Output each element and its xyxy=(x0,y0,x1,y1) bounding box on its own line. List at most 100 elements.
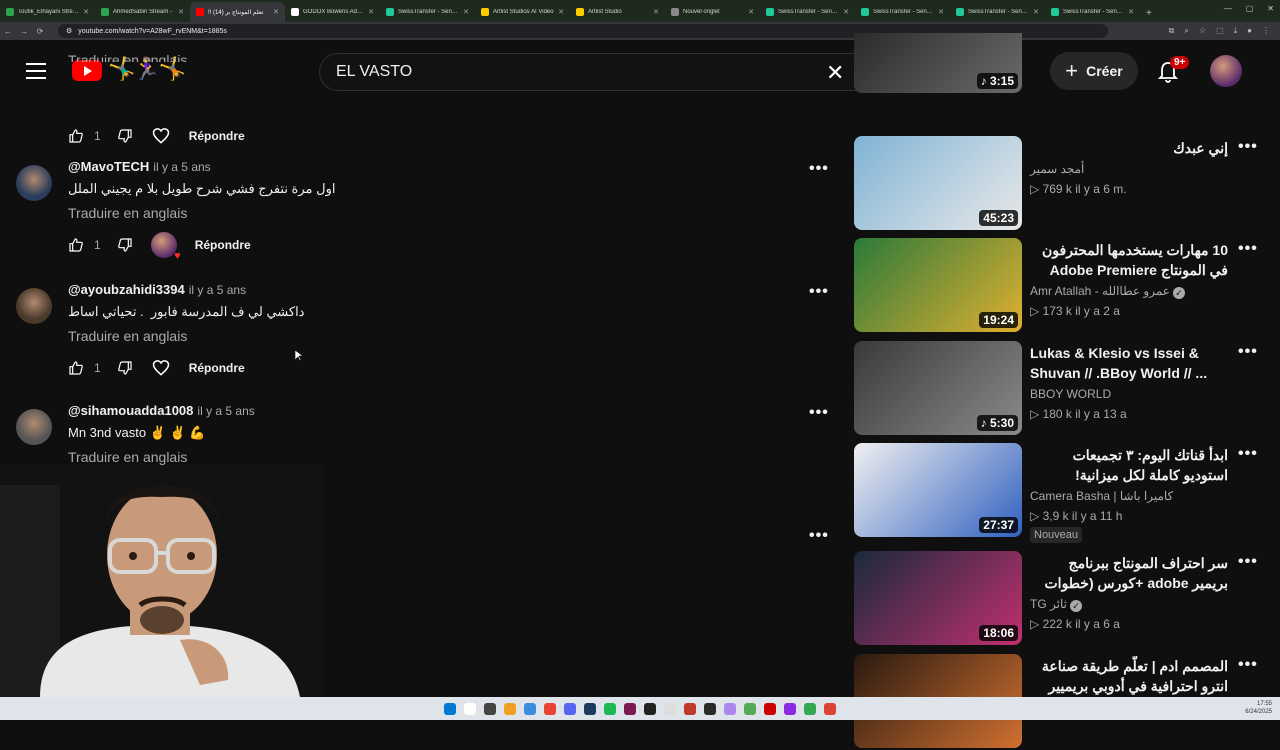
video-more-options-icon[interactable]: ••• xyxy=(1238,656,1258,674)
channel-name[interactable]: Camera Basha | كاميرا باشا xyxy=(1030,489,1173,503)
browser-tab[interactable]: Artlist Studios AI Video ✕ xyxy=(475,2,570,22)
browser-tab[interactable]: AhmedSabiri Stream - ✕ xyxy=(95,2,190,22)
video-thumbnail[interactable]: ♪ 3:15 xyxy=(854,33,1022,93)
translate-link[interactable]: Traduire en anglais xyxy=(68,328,187,344)
clear-search-icon[interactable]: ✕ xyxy=(826,60,844,86)
video-title[interactable]: المصمم ادم | تعلَّم طريقة صناعة انترو اح… xyxy=(1030,656,1228,696)
channel-name[interactable]: Amr Atallah - عمرو عطاالله xyxy=(1030,284,1170,298)
translate-link[interactable]: Traduire en anglais xyxy=(68,205,187,221)
search-input[interactable]: EL VASTO xyxy=(319,53,865,91)
dislike-icon[interactable] xyxy=(117,360,133,376)
taskbar-app-icon[interactable] xyxy=(704,702,716,715)
video-thumbnail[interactable]: 27:37 xyxy=(854,443,1022,537)
browser-tab[interactable]: GODOX Bowens Adapt ✕ xyxy=(285,2,380,22)
reply-button[interactable]: Répondre xyxy=(189,129,245,143)
related-video[interactable]: ♪ 5:30 Lukas & Klesio vs Issei & Shuvan /… xyxy=(854,341,1264,437)
comment-author[interactable]: @MavoTECH il y a 5 ans xyxy=(68,159,211,174)
like-icon[interactable] xyxy=(68,237,84,253)
browser-tab[interactable]: Nouvel onglet ✕ xyxy=(665,2,760,22)
reply-button[interactable]: Répondre xyxy=(195,238,251,252)
taskbar-app-icon[interactable] xyxy=(684,702,696,715)
related-video[interactable]: 18:06 سر احتراف المونتاج ببرنامج بريمير a… xyxy=(854,551,1264,647)
related-video[interactable]: 45:23 إني عبدك أمجد سمير ▷ 769 k il y a 6 m… xyxy=(854,136,1264,232)
video-title[interactable]: إني عبدك xyxy=(1030,138,1228,158)
like-icon[interactable] xyxy=(68,360,84,376)
taskbar-app-icon[interactable] xyxy=(584,702,596,715)
taskbar-app-icon[interactable] xyxy=(804,702,816,715)
close-tab-icon[interactable]: ✕ xyxy=(843,8,849,16)
taskbar-app-icon[interactable] xyxy=(764,702,776,715)
taskbar-app-icon[interactable] xyxy=(544,702,556,715)
comment-author[interactable]: @sihamouadda1008 il y a 5 ans xyxy=(68,403,255,418)
close-tab-icon[interactable]: ✕ xyxy=(653,8,659,16)
video-thumbnail[interactable]: 18:06 xyxy=(854,551,1022,645)
video-channel[interactable]: TG ثائر ✓ xyxy=(1030,597,1082,612)
translate-link[interactable]: Traduire en anglais xyxy=(68,449,187,465)
browser-tab[interactable]: SwissTransfer - Send la ✕ xyxy=(380,2,475,22)
taskbar-app-icon[interactable] xyxy=(644,702,656,715)
heart-icon[interactable] xyxy=(151,358,171,378)
channel-name[interactable]: TG ثائر xyxy=(1030,597,1067,611)
video-channel[interactable]: Camera Basha | كاميرا باشا xyxy=(1030,489,1173,503)
video-more-options-icon[interactable]: ••• xyxy=(1238,445,1258,463)
related-video[interactable]: ♪ 3:15Nouveau xyxy=(854,0,1264,95)
taskbar-app-icon[interactable] xyxy=(524,702,536,715)
back-icon[interactable]: ← xyxy=(0,27,16,36)
browser-tab[interactable]: !! تعلّم المونتاج بر (14) ✕ xyxy=(190,2,285,22)
start-menu-icon[interactable] xyxy=(444,702,456,715)
heart-icon[interactable] xyxy=(151,126,171,146)
video-channel[interactable]: أمجد سمير xyxy=(1030,162,1084,176)
video-thumbnail[interactable]: 45:23 xyxy=(854,136,1022,230)
video-title[interactable]: Lukas & Klesio vs Issei & Shuvan // .BBo… xyxy=(1030,343,1228,383)
comment-author-name[interactable]: @sihamouadda1008 xyxy=(68,403,193,418)
taskbar-app-icon[interactable] xyxy=(564,702,576,715)
translate-link[interactable]: Traduire en anglais xyxy=(68,52,187,62)
hamburger-menu-icon[interactable] xyxy=(26,63,46,79)
close-tab-icon[interactable]: ✕ xyxy=(83,8,89,16)
comment-time[interactable]: il y a 5 ans xyxy=(189,283,246,297)
video-more-options-icon[interactable]: ••• xyxy=(1238,240,1258,258)
related-video[interactable]: 27:37 ابدأ قناتك اليوم: ٣ تجميعات استوديو… xyxy=(854,443,1264,543)
taskbar-app-icon[interactable] xyxy=(624,702,636,715)
related-video[interactable]: 19:24 10 مهارات يستخدمها المحترفون في الم… xyxy=(854,238,1264,334)
close-tab-icon[interactable]: ✕ xyxy=(368,8,374,16)
video-thumbnail[interactable]: 19:24 xyxy=(854,238,1022,332)
reply-button[interactable]: Répondre xyxy=(189,361,245,375)
commenter-avatar[interactable] xyxy=(16,288,52,324)
taskbar-app-icon[interactable] xyxy=(604,702,616,715)
video-channel[interactable]: Amr Atallah - عمرو عطاالله ✓ xyxy=(1030,284,1185,299)
close-tab-icon[interactable]: ✕ xyxy=(178,8,184,16)
comment-more-options-icon[interactable]: ••• xyxy=(809,527,829,545)
dislike-icon[interactable] xyxy=(117,237,133,253)
forward-icon[interactable]: → xyxy=(16,27,32,36)
video-more-options-icon[interactable]: ••• xyxy=(1238,138,1258,156)
taskbar-app-icon[interactable] xyxy=(464,702,476,715)
comment-author-name[interactable]: @ayoubzahidi3394 xyxy=(68,282,185,297)
channel-name[interactable]: BBOY WORLD xyxy=(1030,387,1111,401)
like-icon[interactable] xyxy=(68,128,84,144)
video-title[interactable]: سر احتراف المونتاج ببرنامج بريمير adobe … xyxy=(1030,553,1229,593)
taskbar-app-icon[interactable] xyxy=(744,702,756,715)
comment-author[interactable]: @ayoubzahidi3394 il y a 5 ans xyxy=(68,282,246,297)
browser-tab[interactable]: Artlist Studio ✕ xyxy=(570,2,665,22)
taskbar-app-icon[interactable] xyxy=(824,702,836,715)
comment-author-name[interactable]: @MavoTECH xyxy=(68,159,149,174)
close-tab-icon[interactable]: ✕ xyxy=(463,8,469,16)
video-more-options-icon[interactable]: ••• xyxy=(1238,553,1258,571)
youtube-logo[interactable] xyxy=(72,60,102,81)
video-more-options-icon[interactable]: ••• xyxy=(1238,343,1258,361)
close-tab-icon[interactable]: ✕ xyxy=(748,8,754,16)
video-title[interactable]: 10 مهارات يستخدمها المحترفون في المونتاج… xyxy=(1030,240,1228,280)
video-title[interactable]: ابدأ قناتك اليوم: ٣ تجميعات استوديو كامل… xyxy=(1030,445,1228,485)
taskbar-app-icon[interactable] xyxy=(504,702,516,715)
dislike-icon[interactable] xyxy=(117,128,133,144)
comment-more-options-icon[interactable]: ••• xyxy=(809,283,829,301)
browser-tab[interactable]: SwissTransfer - Send la ✕ xyxy=(760,2,855,22)
taskbar-app-icon[interactable] xyxy=(664,702,676,715)
taskbar-app-icon[interactable] xyxy=(484,702,496,715)
close-tab-icon[interactable]: ✕ xyxy=(273,8,279,16)
close-tab-icon[interactable]: ✕ xyxy=(558,8,564,16)
comment-time[interactable]: il y a 5 ans xyxy=(197,404,254,418)
taskbar-app-icon[interactable] xyxy=(784,702,796,715)
taskbar-app-icon[interactable] xyxy=(724,702,736,715)
